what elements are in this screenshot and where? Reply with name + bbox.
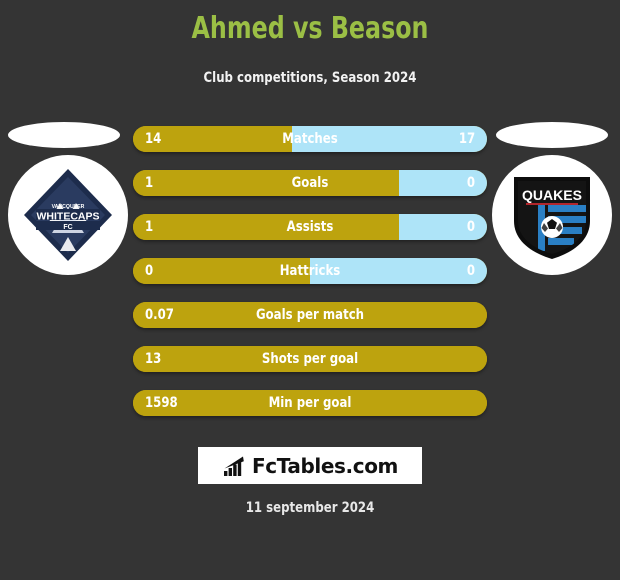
stat-label-min-per-goal: Min per goal xyxy=(268,395,352,411)
page-subtitle: Club competitions, Season 2024 xyxy=(203,70,417,86)
stat-row-goals-per-match: 0.07 Goals per match xyxy=(133,302,487,328)
crest-left-line3: FC xyxy=(63,224,72,231)
bar-chart-growth-icon xyxy=(224,456,244,476)
team-crest-left: VANCOUVER WHITECAPS FC xyxy=(8,155,128,275)
page-header: Ahmed vs Beason Club competitions, Seaso… xyxy=(0,0,620,87)
stat-value-right-goals: 0 xyxy=(466,175,475,191)
watermark-text: FcTables.com xyxy=(252,453,398,478)
san-jose-earthquakes-logo-icon: QUAKES xyxy=(514,177,590,259)
stat-row-goals: 1 Goals 0 xyxy=(133,170,487,196)
stat-row-assists: 1 Assists 0 xyxy=(133,214,487,240)
fctables-watermark[interactable]: FcTables.com xyxy=(198,447,422,484)
image-placeholder-ellipse-right xyxy=(496,122,608,148)
crest-left-line1: VANCOUVER xyxy=(52,204,85,210)
stat-label-matches: Matches xyxy=(282,131,338,147)
stat-label-assists: Assists xyxy=(286,219,334,235)
footer-date: 11 september 2024 xyxy=(245,500,375,516)
stat-row-shots-per-goal: 13 Shots per goal xyxy=(133,346,487,372)
stat-value-right-assists: 0 xyxy=(466,219,475,235)
stat-label-goals: Goals xyxy=(291,175,329,191)
stat-label-hattricks: Hattricks xyxy=(279,263,341,279)
image-placeholder-ellipse-left xyxy=(8,122,120,148)
stat-value-right-matches: 17 xyxy=(458,131,475,147)
team-crest-right: QUAKES xyxy=(492,155,612,275)
crest-right-line1: QUAKES xyxy=(522,187,582,203)
stat-value-right-hattricks: 0 xyxy=(466,263,475,279)
page-title: Ahmed vs Beason xyxy=(191,11,429,46)
crest-left-line2: WHITECAPS xyxy=(37,211,100,223)
stat-row-min-per-goal: 1598 Min per goal xyxy=(133,390,487,416)
stat-row-matches: 14 Matches 17 xyxy=(133,126,487,152)
stat-row-hattricks: 0 Hattricks 0 xyxy=(133,258,487,284)
stats-comparison-list: 14 Matches 17 1 Goals 0 1 Assists 0 0 Ha… xyxy=(133,126,487,434)
stat-label-goals-per-match: Goals per match xyxy=(255,307,365,323)
vancouver-whitecaps-logo-icon: VANCOUVER WHITECAPS FC xyxy=(24,169,112,261)
stat-label-shots-per-goal: Shots per goal xyxy=(261,351,359,367)
